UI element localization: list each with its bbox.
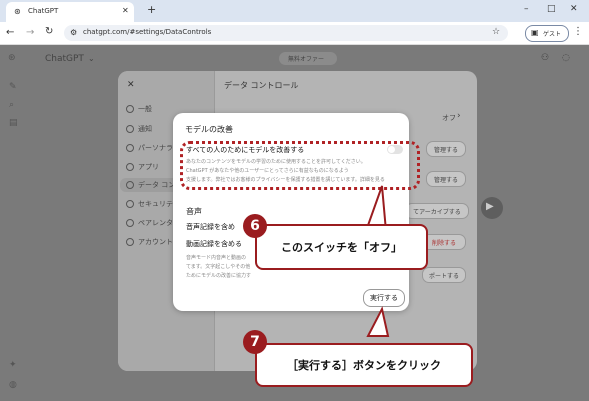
callout-6-text: このスイッチを「オフ」 [281, 241, 402, 254]
callout-7-box: ［実行する］ボタンをクリック [255, 343, 473, 387]
callout-7-text: ［実行する］ボタンをクリック [287, 359, 441, 372]
step-6-badge: 6 [243, 214, 267, 238]
callout-pointers [364, 185, 390, 337]
callout-7-pointer [366, 306, 390, 337]
callout-6-box: このスイッチを「オフ」 [255, 224, 428, 270]
step-7-badge: 7 [243, 330, 267, 354]
